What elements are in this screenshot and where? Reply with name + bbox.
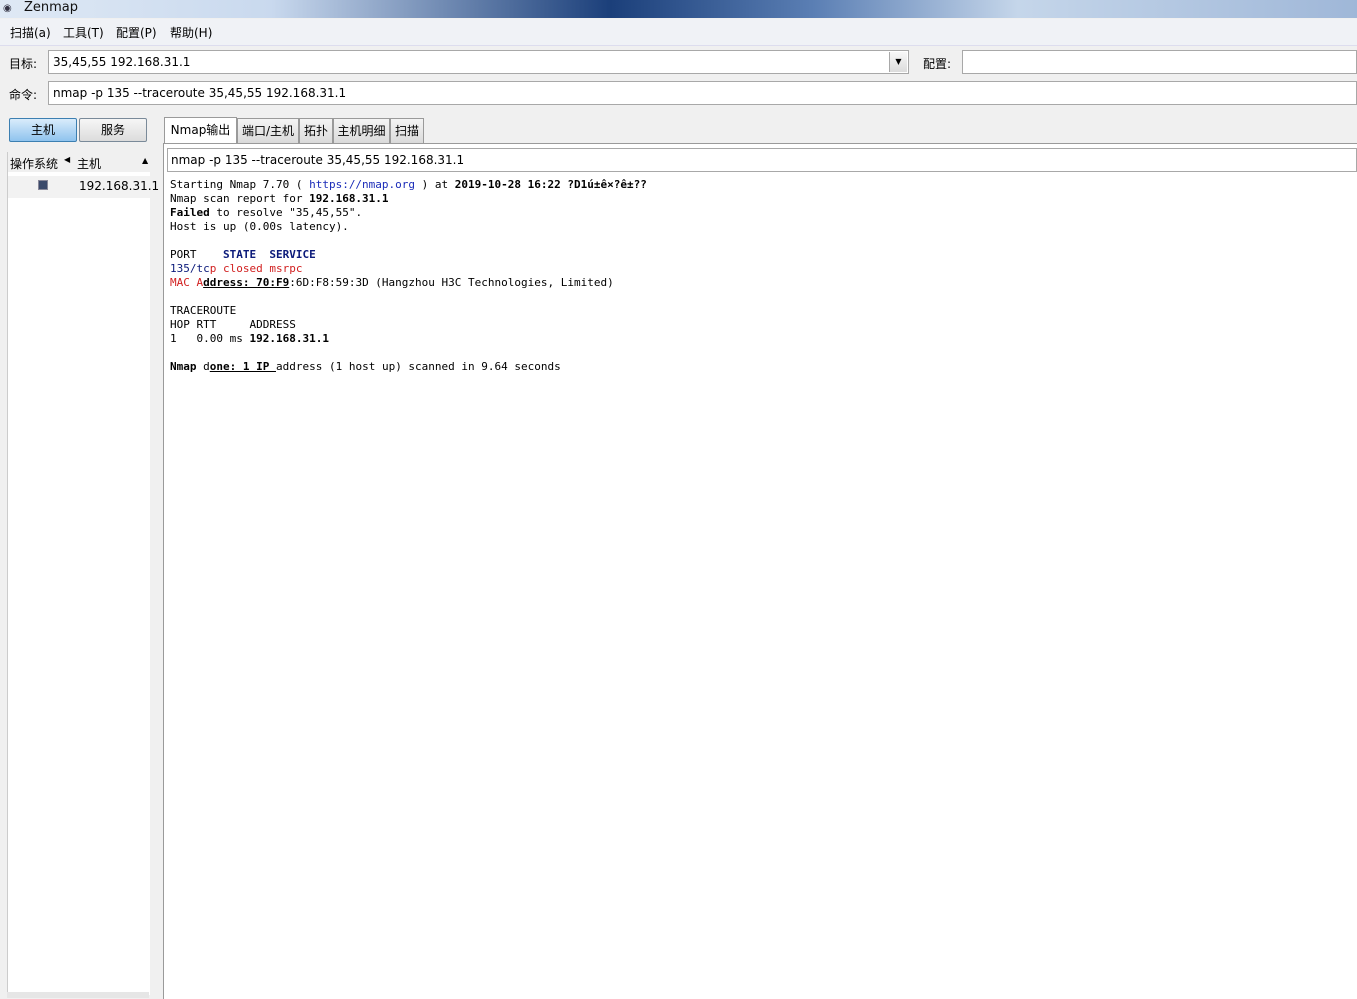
out-port: 135/tc [170, 262, 210, 275]
host-list: 操作系统 ◀ 主机 ▲ 192.168.31.1 [7, 152, 159, 995]
nmap-output-text[interactable]: Starting Nmap 7.70 ( https://nmap.org ) … [170, 178, 647, 374]
out-done-rest: address (1 host up) scanned in 9.64 seco… [275, 360, 561, 373]
target-label: 目标: [9, 57, 38, 71]
out-mac-rest: :6D:F8:59:3D (Hangzhou H3C Technologies,… [289, 276, 614, 289]
out-url-link[interactable]: https://nmap.org [309, 178, 415, 191]
window-title: Zenmap [24, 0, 79, 15]
out-done: Nmap [170, 360, 197, 373]
out-text: d [196, 360, 210, 373]
eye-icon: ◉ [3, 3, 12, 14]
host-list-header: 操作系统 ◀ 主机 ▲ [8, 152, 150, 172]
profile-combobox[interactable] [962, 50, 1357, 74]
target-combobox[interactable]: 35,45,55 192.168.31.1 ▼ [48, 50, 909, 74]
out-text: to resolve "35,45,55". [209, 206, 363, 219]
tab-ports-hosts[interactable]: 端口/主机 [237, 118, 299, 143]
chevron-left-icon[interactable]: ◀ [64, 155, 70, 164]
out-done-underlined: one: 1 IP [209, 360, 276, 373]
output-command-value[interactable]: nmap -p 135 --traceroute 35,45,55 192.16… [171, 153, 464, 167]
menu-tools[interactable]: 工具(T) [63, 24, 104, 41]
menu-bar: 扫描(a) 工具(T) 配置(P) 帮助(H) [0, 19, 1357, 46]
out-text: Starting Nmap 7.70 ( [170, 178, 310, 191]
out-ip: 192.168.31.1 [309, 192, 389, 205]
out-traceroute-ip: 192.168.31.1 [249, 332, 329, 345]
out-port-state: p closed msrpc [209, 262, 303, 275]
out-traceroute-title: TRACEROUTE [170, 304, 237, 317]
out-traceroute-row: 1 0.00 ms [170, 332, 250, 345]
column-os[interactable]: 操作系统 [10, 155, 58, 172]
title-bar: ◉ Zenmap [0, 0, 1357, 18]
host-list-scrollbar[interactable] [7, 992, 149, 998]
out-port-header-bold: STATE SERVICE [222, 248, 316, 261]
out-mac-label: MAC A [170, 276, 204, 289]
tab-scans[interactable]: 扫描 [390, 118, 424, 143]
out-mac-underlined: ddress: 70:F9 [203, 276, 290, 289]
out-date: 2019-10-28 16:22 ?D1ú±ê×?ê±?? [454, 178, 647, 191]
out-failed: Failed [170, 206, 210, 219]
tab-topology[interactable]: 拓扑 [299, 118, 333, 143]
menu-help[interactable]: 帮助(H) [170, 24, 212, 41]
command-value[interactable]: nmap -p 135 --traceroute 35,45,55 192.16… [53, 86, 346, 100]
menu-profile[interactable]: 配置(P) [116, 24, 157, 41]
target-value[interactable]: 35,45,55 192.168.31.1 [53, 55, 190, 69]
profile-label: 配置: [923, 57, 952, 71]
host-address[interactable]: 192.168.31.1 [79, 179, 159, 193]
out-text: Nmap scan report for [170, 192, 310, 205]
sort-up-icon[interactable]: ▲ [142, 156, 148, 165]
out-text: ) at [415, 178, 455, 191]
tab-nmap-output[interactable]: Nmap输出 [164, 117, 237, 144]
out-port-header: PORT [170, 248, 223, 261]
column-host[interactable]: 主机 [77, 155, 101, 172]
output-command-selector[interactable]: nmap -p 135 --traceroute 35,45,55 192.16… [167, 148, 1357, 172]
command-input[interactable]: nmap -p 135 --traceroute 35,45,55 192.16… [48, 81, 1357, 105]
nmap-output-panel: nmap -p 135 --traceroute 35,45,55 192.16… [163, 143, 1357, 999]
hosts-button[interactable]: 主机 [9, 118, 77, 142]
tab-host-details[interactable]: 主机明细 [333, 118, 390, 143]
chevron-down-icon[interactable]: ▼ [889, 52, 907, 72]
out-text: Host is up (0.00s latency). [170, 220, 349, 233]
host-os-icon [38, 180, 48, 190]
services-button[interactable]: 服务 [79, 118, 147, 142]
menu-scan[interactable]: 扫描(a) [10, 24, 51, 41]
command-label: 命令: [9, 88, 38, 102]
out-traceroute-header: HOP RTT ADDRESS [170, 318, 296, 331]
host-row[interactable]: 192.168.31.1 [8, 176, 159, 198]
